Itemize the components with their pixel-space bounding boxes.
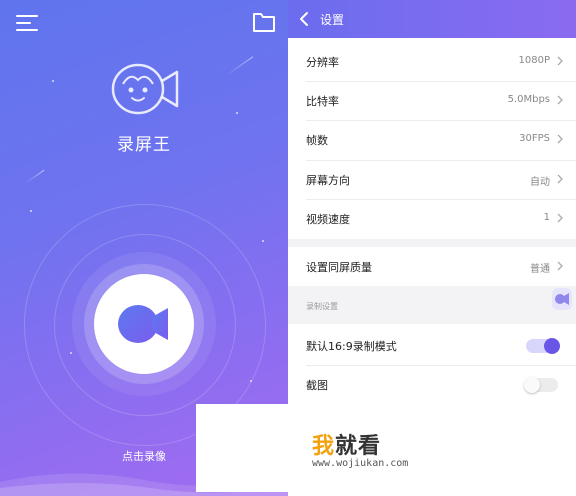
decor-star bbox=[30, 210, 32, 212]
setting-value: 30FPS bbox=[519, 133, 550, 144]
setting-value: 自动 bbox=[530, 177, 550, 188]
floating-record-icon[interactable] bbox=[552, 288, 572, 310]
section-gap bbox=[288, 239, 576, 247]
page-title: 设置 bbox=[320, 13, 345, 27]
setting-label: 帧数 bbox=[306, 134, 328, 147]
setting-label: 比特率 bbox=[306, 95, 339, 108]
setting-value: 5.0Mbps bbox=[507, 94, 550, 105]
setting-orientation[interactable]: 屏幕方向 自动 bbox=[288, 160, 576, 200]
setting-mirror-quality[interactable]: 设置同屏质量 普通 bbox=[288, 247, 576, 287]
watermark-url: www.wojiukan.com bbox=[312, 458, 409, 469]
decor-star bbox=[236, 112, 238, 114]
setting-screenshot: 截图 bbox=[288, 365, 576, 405]
setting-label: 设置同屏质量 bbox=[306, 261, 372, 274]
decor-streak bbox=[25, 169, 45, 184]
watermark-logo: 我就看 bbox=[312, 434, 382, 459]
setting-value: 1 bbox=[543, 212, 550, 223]
camera-icon bbox=[118, 305, 168, 343]
section-header-label: 录制设置 bbox=[306, 302, 338, 311]
section-header-recording: 录制设置 bbox=[288, 286, 576, 324]
decor-star bbox=[52, 80, 54, 82]
setting-label: 视频速度 bbox=[306, 213, 350, 226]
chevron-right-icon bbox=[557, 56, 563, 66]
setting-value: 1080P bbox=[518, 55, 550, 66]
app-title: 录屏王 bbox=[117, 135, 171, 155]
chevron-right-icon bbox=[557, 213, 563, 223]
decor-streak bbox=[224, 56, 254, 77]
menu-icon[interactable] bbox=[16, 13, 38, 33]
setting-framerate[interactable]: 帧数 30FPS bbox=[288, 120, 576, 160]
record-button[interactable] bbox=[94, 274, 194, 374]
camera-face-logo bbox=[111, 63, 179, 115]
toggle-16-9-mode[interactable] bbox=[526, 338, 560, 354]
chevron-left-icon[interactable] bbox=[296, 10, 314, 28]
chevron-right-icon bbox=[557, 95, 563, 105]
setting-value: 普通 bbox=[530, 264, 550, 275]
camera-icon bbox=[555, 293, 569, 305]
setting-label: 分辨率 bbox=[306, 56, 339, 69]
setting-bitrate[interactable]: 比特率 5.0Mbps bbox=[288, 81, 576, 121]
setting-label: 屏幕方向 bbox=[306, 174, 350, 187]
decor-star bbox=[262, 240, 264, 242]
setting-default-16-9: 默认16:9录制模式 bbox=[288, 326, 576, 366]
setting-resolution[interactable]: 分辨率 1080P bbox=[288, 42, 576, 82]
settings-header: 设置 bbox=[288, 0, 576, 38]
watermark-overlay: 我就看 www.wojiukan.com bbox=[196, 404, 472, 492]
toggle-screenshot[interactable] bbox=[524, 377, 558, 393]
chevron-right-icon bbox=[557, 261, 563, 271]
chevron-right-icon bbox=[557, 174, 563, 184]
folder-icon[interactable] bbox=[252, 11, 276, 33]
setting-label: 截图 bbox=[306, 379, 328, 392]
chevron-right-icon bbox=[557, 134, 563, 144]
setting-label: 默认16:9录制模式 bbox=[306, 340, 397, 353]
setting-video-speed[interactable]: 视频速度 1 bbox=[288, 199, 576, 239]
